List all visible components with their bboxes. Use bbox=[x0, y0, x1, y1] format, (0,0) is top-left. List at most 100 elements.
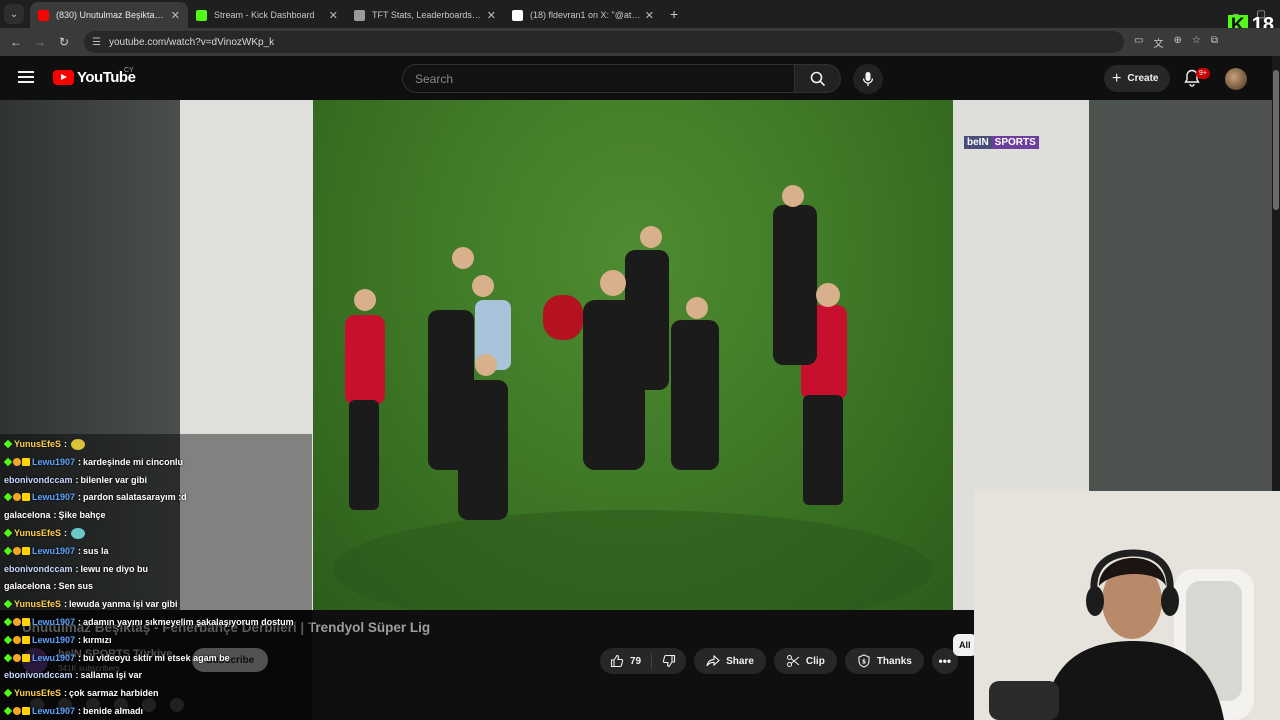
chat-emote-icon bbox=[71, 438, 86, 450]
browser-tab[interactable]: TFT Stats, Leaderboards, League ✕ bbox=[346, 2, 504, 28]
thanks-button[interactable]: $ Thanks bbox=[844, 648, 924, 674]
chat-separator: : bbox=[78, 617, 82, 627]
chat-username[interactable]: Lewu1907 bbox=[32, 635, 75, 645]
create-button[interactable]: + Create bbox=[1104, 65, 1171, 92]
chat-badges bbox=[3, 546, 30, 556]
super-thanks-icon: $ bbox=[858, 654, 870, 668]
search-button[interactable] bbox=[795, 64, 841, 93]
chat-message: galacelona: Sen sus bbox=[4, 578, 93, 594]
chat-badges bbox=[3, 493, 30, 502]
chat-message: ebonivondccam: lewu ne diyo bu bbox=[4, 561, 148, 577]
close-tab-icon[interactable]: ✕ bbox=[645, 9, 654, 22]
reload-icon[interactable]: ↻ bbox=[52, 35, 76, 49]
share-label: Share bbox=[726, 655, 754, 667]
search-bar bbox=[402, 64, 841, 93]
yellow-badge-icon bbox=[22, 457, 30, 466]
chat-separator: : bbox=[78, 652, 82, 663]
chat-username[interactable]: ebonivondccam bbox=[4, 564, 73, 574]
tab-list: (830) Unutulmaz Beşiktaş - Fen✕Stream - … bbox=[30, 0, 662, 28]
chat-message: Lewu1907: bu videoyu sktir mi etsek agam… bbox=[3, 650, 230, 666]
chat-message: Lewu1907: adamın yayını sıkmeyelim şakal… bbox=[3, 614, 294, 630]
chat-username[interactable]: Lewu1907 bbox=[32, 706, 75, 716]
chat-badges bbox=[3, 617, 30, 627]
chat-message: YunusEfeS: bbox=[3, 525, 86, 541]
voice-search-button[interactable] bbox=[853, 64, 883, 94]
chat-separator: : bbox=[78, 545, 82, 556]
chat-username[interactable]: Lewu1907 bbox=[32, 653, 75, 663]
tab-title: Stream - Kick Dashboard bbox=[214, 10, 315, 20]
green-badge-icon bbox=[3, 706, 13, 716]
green-badge-icon bbox=[3, 653, 13, 662]
new-tab-button[interactable]: + bbox=[670, 6, 678, 22]
gold-badge-icon bbox=[13, 546, 21, 555]
chat-username[interactable]: YunusEfeS bbox=[14, 688, 61, 698]
chat-text: sus la bbox=[83, 545, 109, 556]
chat-username[interactable]: Lewu1907 bbox=[32, 617, 75, 627]
chat-badges bbox=[3, 439, 13, 449]
chat-text: lewu ne diyo bu bbox=[80, 563, 149, 574]
search-input[interactable] bbox=[402, 64, 795, 93]
cast-icon[interactable]: ▭ bbox=[1134, 35, 1143, 50]
chat-text: kırmızı bbox=[83, 634, 112, 645]
tab-search-button[interactable]: ⌄ bbox=[4, 4, 24, 24]
chat-text: sallama işi var bbox=[80, 670, 143, 681]
yellow-badge-icon bbox=[22, 653, 30, 662]
chat-message: ebonivondccam: bilenler var gibi bbox=[4, 472, 147, 488]
address-bar-actions: ▭ 文 ⊕ ☆ ⧉ bbox=[1134, 35, 1218, 50]
screen: ⌄ (830) Unutulmaz Beşiktaş - Fen✕Stream … bbox=[0, 0, 1280, 720]
scrollbar-thumb[interactable] bbox=[1273, 70, 1279, 210]
green-badge-icon bbox=[3, 688, 13, 698]
tab-favicon-icon bbox=[512, 9, 523, 21]
dislike-button[interactable] bbox=[652, 648, 686, 674]
chat-separator: : bbox=[64, 528, 68, 538]
like-dislike-group: 79 bbox=[600, 648, 687, 674]
chat-separator: : bbox=[78, 492, 82, 503]
chat-text: lewuda yanma işi var gibi bbox=[69, 599, 178, 610]
translate-icon[interactable]: 文 bbox=[1153, 35, 1163, 50]
filter-chip-all[interactable]: All bbox=[953, 634, 977, 656]
thumbs-up-icon bbox=[610, 654, 624, 668]
chat-text: benide almadı bbox=[83, 706, 144, 716]
chat-username[interactable]: galacelona bbox=[4, 510, 51, 520]
url-field[interactable]: ☰ youtube.com/watch?v=dVinozWKp_k bbox=[84, 31, 1124, 53]
clip-label: Clip bbox=[805, 655, 825, 667]
like-button[interactable]: 79 bbox=[600, 648, 651, 674]
chat-username[interactable]: YunusEfeS bbox=[14, 528, 61, 538]
share-button[interactable]: Share bbox=[694, 648, 766, 674]
chat-text: pardon salatasarayım :d bbox=[83, 492, 187, 503]
chat-badges bbox=[3, 528, 13, 538]
chat-username[interactable]: YunusEfeS bbox=[14, 439, 61, 449]
close-tab-icon[interactable]: ✕ bbox=[487, 9, 496, 22]
close-tab-icon[interactable]: ✕ bbox=[171, 9, 180, 22]
clip-button[interactable]: Clip bbox=[773, 648, 837, 674]
youtube-header: YouTube CY + Create 9+ bbox=[0, 56, 1280, 100]
chat-username[interactable]: ebonivondccam bbox=[4, 475, 73, 485]
chat-badges bbox=[3, 653, 30, 662]
chat-username[interactable]: Lewu1907 bbox=[32, 492, 75, 502]
account-avatar[interactable] bbox=[1225, 68, 1247, 90]
back-icon[interactable]: ← bbox=[4, 35, 28, 49]
chat-username[interactable]: Lewu1907 bbox=[32, 457, 75, 467]
create-label: Create bbox=[1127, 73, 1159, 84]
browser-tab[interactable]: (830) Unutulmaz Beşiktaş - Fen ✕ bbox=[30, 2, 188, 28]
video-frame[interactable] bbox=[313, 100, 953, 610]
close-tab-icon[interactable]: ✕ bbox=[329, 9, 338, 22]
forward-icon[interactable]: → bbox=[28, 35, 52, 49]
more-horizontal-icon: ••• bbox=[938, 654, 952, 668]
thumbs-down-icon bbox=[662, 654, 676, 668]
site-info-icon[interactable]: ☰ bbox=[92, 37, 101, 48]
green-badge-icon bbox=[3, 528, 13, 538]
search-icon bbox=[810, 71, 825, 86]
chat-username[interactable]: ebonivondccam bbox=[4, 670, 73, 680]
chat-username[interactable]: Lewu1907 bbox=[32, 546, 75, 556]
svg-text:$: $ bbox=[862, 659, 866, 666]
bookmark-star-icon[interactable]: ☆ bbox=[1192, 35, 1201, 50]
chat-message: Lewu1907: sus la bbox=[3, 543, 109, 559]
zoom-icon[interactable]: ⊕ bbox=[1173, 35, 1181, 50]
menu-icon[interactable] bbox=[18, 71, 34, 83]
chat-username[interactable]: galacelona bbox=[4, 581, 51, 591]
chat-username[interactable]: YunusEfeS bbox=[14, 599, 61, 609]
browser-tab[interactable]: (18) fldevran1 on X: "@atadog ✕ bbox=[504, 2, 662, 28]
browser-tab[interactable]: Stream - Kick Dashboard ✕ bbox=[188, 2, 346, 28]
extensions-icon[interactable]: ⧉ bbox=[1211, 35, 1218, 50]
